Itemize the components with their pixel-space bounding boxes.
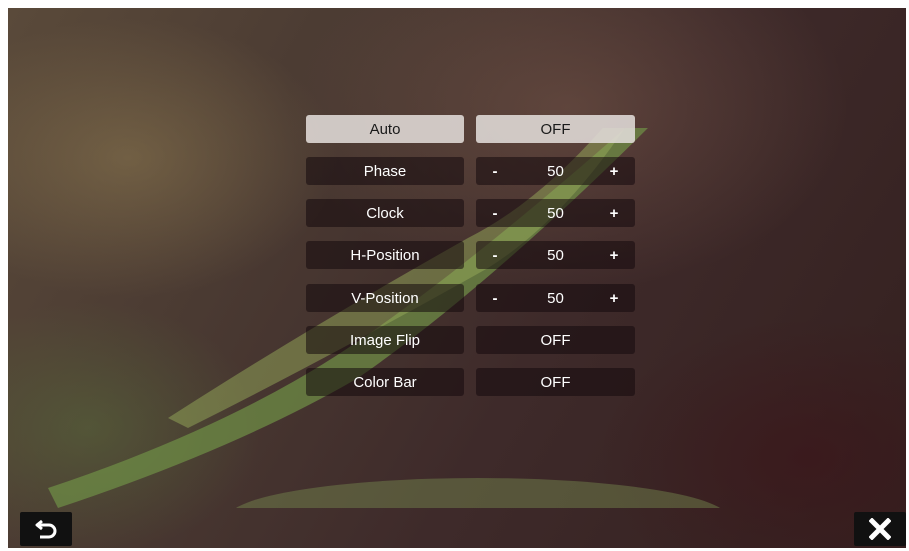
close-x-icon [869,518,891,540]
menu-row-auto[interactable]: Auto OFF [306,115,636,143]
h-position-label: H-Position [306,241,464,269]
phase-stepper: - 50 + [476,157,635,185]
h-position-value: 50 [547,246,564,264]
menu-row-clock[interactable]: Clock - 50 + [306,199,636,227]
v-position-stepper: - 50 + [476,284,635,312]
v-position-label: V-Position [306,284,464,312]
close-button[interactable] [854,512,906,546]
menu-row-phase[interactable]: Phase - 50 + [306,157,636,185]
clock-minus-button[interactable]: - [480,199,510,227]
phase-label: Phase [306,157,464,185]
color-bar-label: Color Bar [306,368,464,396]
menu-row-v-position[interactable]: V-Position - 50 + [306,284,636,312]
background-screen: Auto OFF Phase - 50 + Clock - 50 + H-Pos… [8,8,906,548]
h-position-plus-button[interactable]: + [599,241,629,269]
auto-label[interactable]: Auto [306,115,464,143]
v-position-minus-button[interactable]: - [480,284,510,312]
phase-value: 50 [547,162,564,180]
image-flip-value[interactable]: OFF [476,326,635,354]
clock-plus-button[interactable]: + [599,199,629,227]
grass-stalk-image [48,128,720,508]
return-arrow-icon [35,519,57,539]
menu-row-image-flip[interactable]: Image Flip OFF [306,326,636,354]
menu-row-h-position[interactable]: H-Position - 50 + [306,241,636,269]
menu-row-color-bar[interactable]: Color Bar OFF [306,368,636,396]
clock-label: Clock [306,199,464,227]
color-bar-value[interactable]: OFF [476,368,635,396]
v-position-value: 50 [547,289,564,307]
h-position-minus-button[interactable]: - [480,241,510,269]
back-button[interactable] [20,512,72,546]
v-position-plus-button[interactable]: + [599,284,629,312]
phase-plus-button[interactable]: + [599,157,629,185]
auto-value[interactable]: OFF [476,115,635,143]
phase-minus-button[interactable]: - [480,157,510,185]
h-position-stepper: - 50 + [476,241,635,269]
image-flip-label: Image Flip [306,326,464,354]
clock-stepper: - 50 + [476,199,635,227]
clock-value: 50 [547,204,564,222]
